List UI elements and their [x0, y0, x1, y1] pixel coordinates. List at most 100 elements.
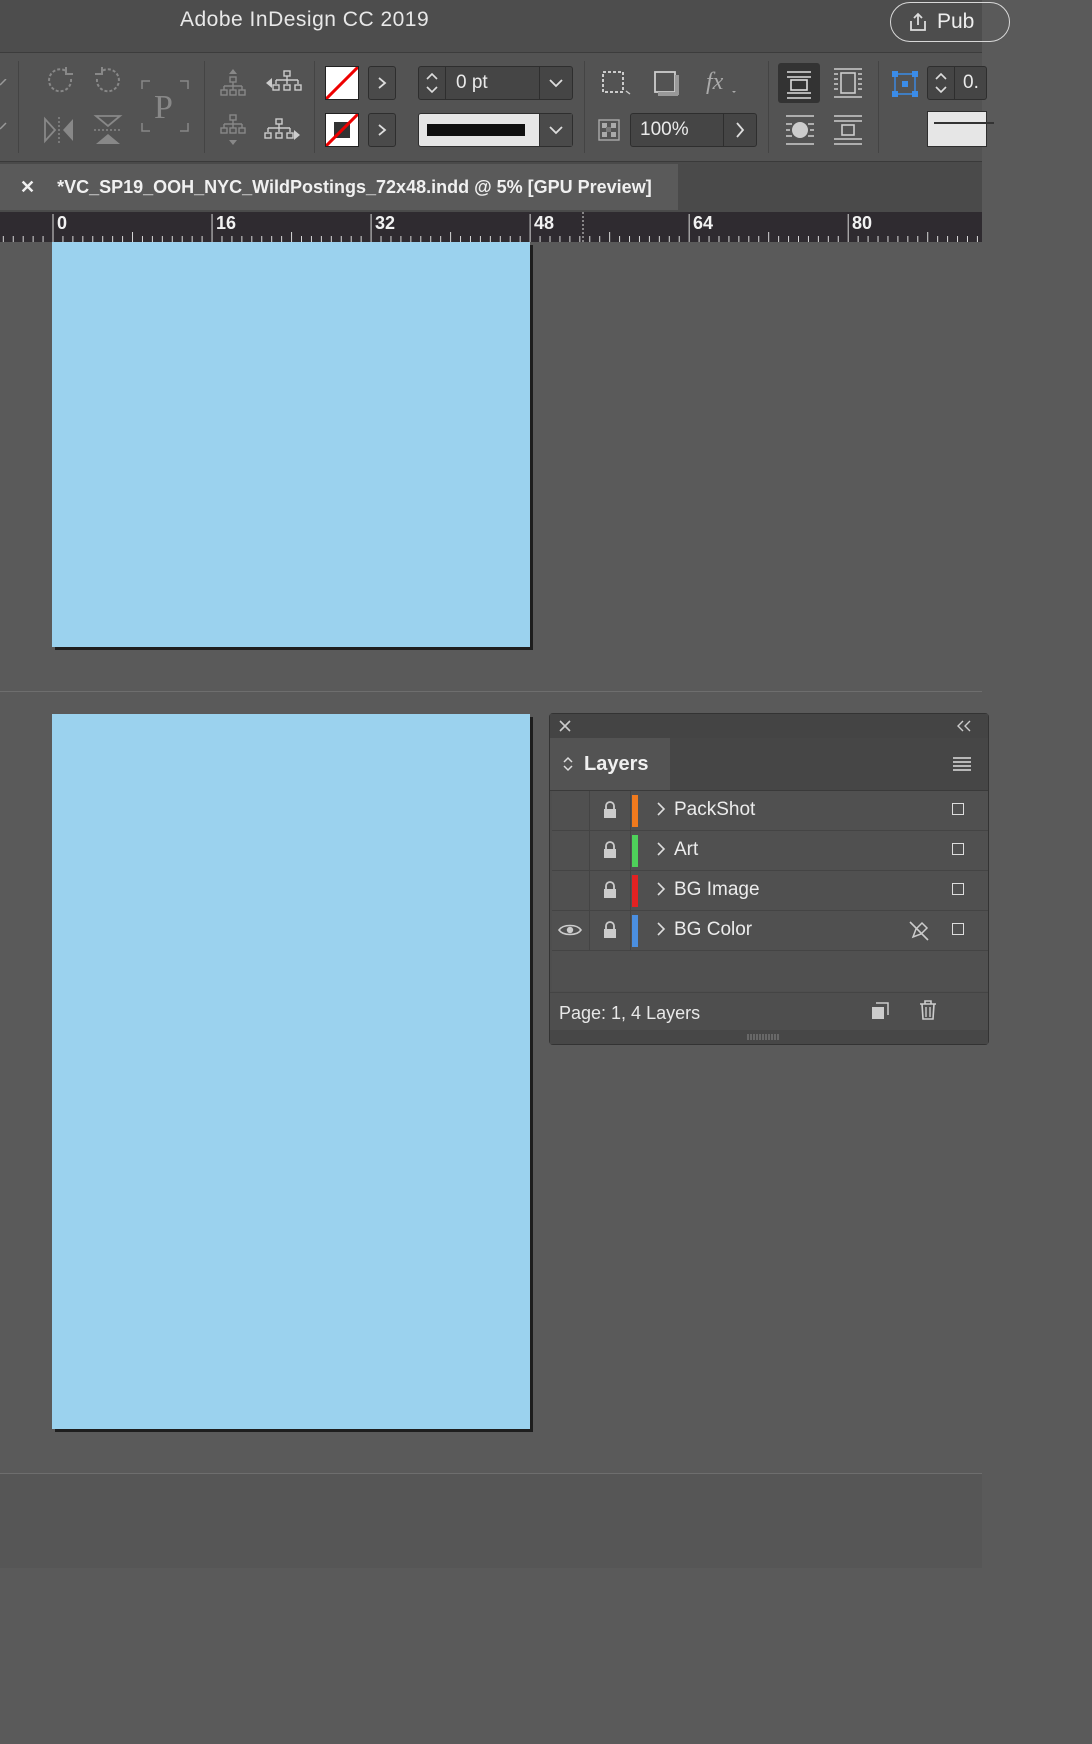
document-tab[interactable]: ✕ *VC_SP19_OOH_NYC_WildPostings_72x48.in…	[0, 164, 678, 210]
spread-divider	[0, 691, 982, 692]
visibility-toggle[interactable]	[552, 791, 590, 830]
trash-icon[interactable]	[918, 999, 938, 1021]
text-wrap-none-icon	[787, 71, 811, 99]
ruler-label: 16	[216, 213, 237, 233]
chevron-right-icon[interactable]	[656, 801, 666, 817]
panel-header	[550, 714, 988, 739]
reference-field[interactable]: 0.	[927, 66, 987, 100]
collapsed-chevron-icon[interactable]	[0, 79, 12, 149]
panel-resize-grip[interactable]	[550, 1030, 988, 1044]
publish-button[interactable]: Pub	[890, 2, 1010, 42]
layer-color	[632, 915, 638, 947]
lock-toggle[interactable]	[590, 831, 631, 870]
fill-swatch[interactable]	[325, 66, 359, 100]
layer-name[interactable]: BG Color	[674, 919, 752, 941]
opacity-value[interactable]: 100%	[631, 119, 723, 141]
flip-vertical-icon[interactable]	[92, 113, 124, 147]
lock-toggle[interactable]	[590, 911, 631, 950]
new-layer-icon[interactable]	[870, 1001, 890, 1021]
lock-icon	[604, 801, 616, 818]
text-wrap-bounding-icon[interactable]	[830, 65, 866, 101]
layer-name[interactable]: PackShot	[674, 799, 755, 821]
text-wrap-jump-icon[interactable]	[832, 113, 864, 147]
visibility-toggle[interactable]	[552, 831, 590, 870]
opacity-field[interactable]: 100%	[630, 113, 757, 147]
ruler-label: 64	[693, 213, 714, 233]
stroke-swatch[interactable]	[325, 113, 359, 147]
close-icon[interactable]: ✕	[20, 177, 35, 198]
collapse-panel-icon[interactable]	[956, 720, 972, 732]
tab-layers[interactable]: Layers	[550, 738, 670, 790]
layer-target-box[interactable]	[952, 843, 964, 855]
lock-toggle[interactable]	[590, 791, 631, 830]
layer-target-box[interactable]	[952, 883, 964, 895]
rotate-ccw-icon[interactable]	[90, 65, 124, 99]
select-content-icon[interactable]	[218, 113, 248, 147]
chevron-right-icon[interactable]	[656, 841, 666, 857]
layers-status: Page: 1, 4 Layers	[559, 1003, 701, 1023]
text-wrap-object-icon[interactable]	[784, 113, 816, 147]
layer-row[interactable]: PackShot	[552, 791, 988, 831]
layer-name[interactable]: Art	[674, 839, 698, 861]
fill-swatch-menu-button[interactable]	[368, 66, 396, 100]
panel-tab-row: Layers	[550, 738, 988, 791]
layer-name[interactable]: BG Image	[674, 879, 760, 901]
chevron-down-icon[interactable]	[539, 67, 572, 99]
frame-icon[interactable]	[600, 69, 632, 97]
share-icon	[910, 12, 926, 31]
layers-panel: Layers PackShot Art BG Image BG Color Pa…	[549, 713, 989, 1045]
panel-menu-icon[interactable]	[952, 756, 972, 772]
close-icon[interactable]	[559, 720, 571, 732]
ruler-label: 0	[57, 213, 68, 233]
title-bar: Adobe InDesign CC 2019 Pub	[0, 0, 1010, 53]
stroke-style-field[interactable]	[927, 111, 994, 147]
layer-row[interactable]: BG Color	[552, 911, 988, 951]
select-next-icon[interactable]	[264, 117, 302, 147]
reference-value[interactable]: 0.	[955, 72, 979, 94]
grip-icon	[747, 1034, 779, 1040]
layer-row[interactable]: Art	[552, 831, 988, 871]
layer-row[interactable]: BG Image	[552, 871, 988, 911]
chevron-right-icon[interactable]	[656, 881, 666, 897]
rotate-cw-icon[interactable]	[44, 65, 78, 99]
page-2[interactable]	[52, 714, 530, 1429]
ruler-label: 32	[375, 213, 396, 233]
lock-toggle[interactable]	[590, 871, 631, 910]
chevron-down-icon[interactable]	[539, 114, 572, 146]
chevron-right-icon[interactable]	[723, 114, 756, 146]
text-frame-icon[interactable]: P	[140, 79, 190, 133]
app-title: Adobe InDesign CC 2019	[180, 8, 430, 31]
control-panel: P 0 pt fx 100% 0.	[0, 53, 994, 162]
ruler-label: 80	[852, 213, 873, 233]
fx-icon[interactable]: fx	[704, 67, 740, 97]
horizontal-ruler[interactable]: 0 16 32 48 64 80	[0, 212, 982, 242]
publish-label: Pub	[937, 10, 975, 33]
opacity-icon	[598, 119, 620, 141]
shadow-icon[interactable]	[652, 69, 682, 99]
select-container-icon[interactable]	[218, 67, 248, 99]
chevron-right-icon	[378, 77, 387, 89]
stroke-swatch-menu-button[interactable]	[368, 113, 396, 147]
eye-icon	[558, 924, 582, 936]
stepper-icon[interactable]	[419, 67, 446, 99]
tab-layers-label: Layers	[584, 752, 649, 775]
layers-empty-area	[552, 951, 988, 991]
lock-icon	[604, 921, 616, 938]
select-previous-icon[interactable]	[264, 69, 302, 99]
stroke-weight-field[interactable]: 0 pt	[418, 66, 573, 100]
text-wrap-none-button[interactable]	[778, 63, 820, 103]
stepper-icon[interactable]	[928, 67, 955, 99]
visibility-toggle[interactable]	[552, 871, 590, 910]
layer-target-box[interactable]	[952, 923, 964, 935]
chevron-right-icon[interactable]	[656, 921, 666, 937]
page-1[interactable]	[52, 242, 530, 647]
reference-point-icon[interactable]	[890, 69, 920, 99]
chevron-right-icon	[378, 124, 387, 136]
stroke-weight-value[interactable]: 0 pt	[446, 72, 539, 94]
panel-footer: Page: 1, 4 Layers	[550, 992, 988, 1031]
visibility-toggle[interactable]	[552, 911, 590, 950]
layer-target-box[interactable]	[952, 803, 964, 815]
flip-horizontal-icon[interactable]	[42, 115, 76, 145]
stroke-type-dropdown[interactable]	[418, 113, 573, 147]
ruler-ticks	[2, 212, 978, 242]
